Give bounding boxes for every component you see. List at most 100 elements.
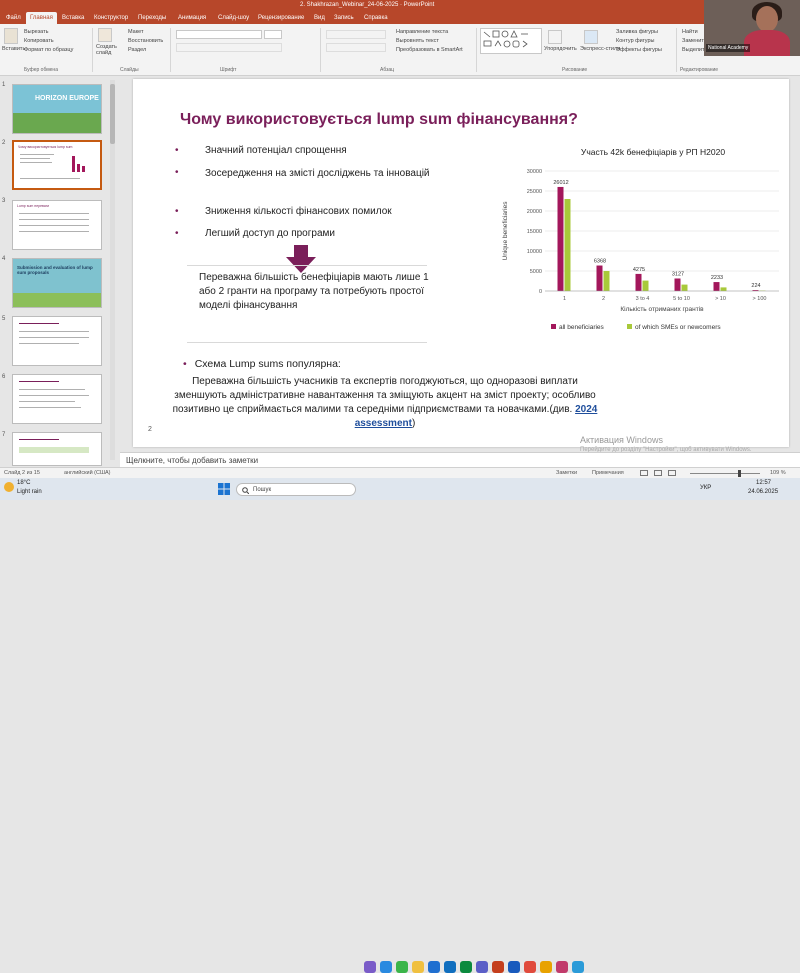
bullet-item[interactable]: Зосередження на змісті досліджень та інн… bbox=[205, 167, 435, 180]
slide-thumbnail-4[interactable]: Submission and evaluation of lump sum pr… bbox=[12, 258, 102, 308]
beneficiaries-chart[interactable]: Участь 42k бенефіціарів у РП H2020050001… bbox=[493, 141, 783, 351]
cut-button[interactable]: Вырезать bbox=[24, 29, 48, 35]
app-icon[interactable] bbox=[460, 961, 472, 973]
shape-fill-button[interactable]: Заливка фигуры bbox=[616, 29, 658, 35]
list-buttons[interactable] bbox=[326, 30, 386, 39]
app-icon[interactable] bbox=[364, 961, 376, 973]
weather-desc[interactable]: Light rain bbox=[17, 489, 42, 495]
zoom-level[interactable]: 109 % bbox=[770, 468, 786, 478]
paste-icon[interactable] bbox=[4, 28, 18, 44]
tab-view[interactable]: Вид bbox=[310, 12, 329, 24]
language-indicator[interactable]: УКР bbox=[700, 485, 711, 491]
replace-button[interactable]: Заменить bbox=[682, 38, 707, 44]
zoom-slider[interactable] bbox=[690, 473, 760, 474]
bullet-item[interactable]: Зниження кількості фінансових помилок bbox=[205, 206, 392, 217]
quick-styles-icon[interactable] bbox=[584, 30, 598, 44]
comments-toggle[interactable]: Примечания bbox=[592, 468, 624, 478]
shapes-gallery[interactable] bbox=[480, 28, 542, 54]
video-call-thumbnail[interactable]: National Academy bbox=[704, 0, 800, 56]
slide-thumbnail-7[interactable] bbox=[12, 432, 102, 466]
reading-view-icon[interactable] bbox=[668, 470, 676, 476]
tab-home[interactable]: Главная bbox=[26, 12, 57, 24]
tab-insert[interactable]: Вставка bbox=[58, 12, 88, 24]
new-slide-icon[interactable] bbox=[98, 28, 112, 42]
slide-thumbnail-5[interactable] bbox=[12, 316, 102, 366]
text-direction-button[interactable]: Направление текста bbox=[396, 29, 448, 35]
smartart-button[interactable]: Преобразовать в SmartArt bbox=[396, 47, 463, 53]
x-tick-label: > 100 bbox=[753, 296, 767, 302]
reset-button[interactable]: Восстановить bbox=[128, 38, 163, 44]
notes-pane[interactable]: Щелкните, чтобы добавить заметки bbox=[120, 452, 800, 467]
app-icon[interactable] bbox=[556, 961, 568, 973]
ribbon: Вставить Вырезать Копировать Формат по о… bbox=[0, 24, 800, 76]
font-size-field[interactable] bbox=[264, 30, 282, 39]
language-indicator[interactable]: английский (США) bbox=[64, 468, 111, 478]
callout-text[interactable]: Переважна більшість бенефіціарів мають л… bbox=[199, 271, 429, 313]
font-format-buttons[interactable] bbox=[176, 43, 282, 52]
powerpoint-icon[interactable] bbox=[492, 961, 504, 973]
weather-temp[interactable]: 18°C bbox=[17, 480, 30, 486]
bullet-item[interactable]: Легший доступ до програми bbox=[205, 228, 335, 239]
font-name-field[interactable] bbox=[176, 30, 262, 39]
bullet-item[interactable]: Значний потенціал спрощення bbox=[205, 145, 347, 156]
lump-sum-paragraph[interactable]: Переважна більшість учасників та експерт… bbox=[165, 375, 605, 431]
zoom-slider-handle[interactable] bbox=[738, 470, 741, 477]
thumb-title: Lump sum переваги bbox=[17, 204, 49, 208]
folder-icon[interactable] bbox=[412, 961, 424, 973]
bar-all bbox=[714, 282, 720, 291]
tab-design[interactable]: Конструктор bbox=[90, 12, 132, 24]
quick-styles-button[interactable]: Экспресс-стили bbox=[580, 46, 620, 52]
slide-title[interactable]: Чому використовується lump sum фінансува… bbox=[180, 111, 578, 129]
slide-thumbnail-1[interactable]: HORIZON EUROPE bbox=[12, 84, 102, 134]
align-text-button[interactable]: Выровнять текст bbox=[396, 38, 439, 44]
tab-record[interactable]: Запись bbox=[330, 12, 358, 24]
sorter-view-icon[interactable] bbox=[654, 470, 662, 476]
tab-file[interactable]: Файл bbox=[2, 12, 25, 24]
tab-help[interactable]: Справка bbox=[360, 12, 392, 24]
slide-canvas[interactable]: Чому використовується lump sum фінансува… bbox=[133, 79, 789, 447]
copy-button[interactable]: Копировать bbox=[24, 38, 54, 44]
find-button[interactable]: Найти bbox=[682, 29, 698, 35]
thumb-title: Чому використовується lump sum bbox=[18, 145, 72, 149]
app-icon[interactable] bbox=[428, 961, 440, 973]
tab-slideshow[interactable]: Слайд-шоу bbox=[214, 12, 253, 24]
section-button[interactable]: Раздел bbox=[128, 47, 146, 53]
shape-outline-button[interactable]: Контур фигуры bbox=[616, 38, 654, 44]
app-icon[interactable] bbox=[380, 961, 392, 973]
paste-button[interactable]: Вставить bbox=[2, 46, 25, 52]
new-slide-button[interactable]: Создать слайд bbox=[96, 44, 122, 56]
shape-effects-button[interactable]: Эффекты фигуры bbox=[616, 47, 662, 53]
outlook-icon[interactable] bbox=[444, 961, 456, 973]
align-buttons[interactable] bbox=[326, 43, 386, 52]
clock-date[interactable]: 24.06.2025 bbox=[748, 489, 778, 495]
legend-swatch bbox=[551, 324, 556, 329]
app-icon[interactable] bbox=[572, 961, 584, 973]
tab-transitions[interactable]: Переходы bbox=[134, 12, 170, 24]
weather-icon[interactable] bbox=[4, 482, 14, 492]
slide-thumbnail-6[interactable] bbox=[12, 374, 102, 424]
thumb-line bbox=[19, 401, 75, 402]
format-painter-button[interactable]: Формат по образцу bbox=[24, 47, 73, 53]
normal-view-icon[interactable] bbox=[640, 470, 648, 476]
teams-icon[interactable] bbox=[476, 961, 488, 973]
thumb-line bbox=[19, 343, 79, 344]
slide-thumbnail-2[interactable]: Чому використовується lump sum bbox=[12, 140, 102, 190]
app-icon[interactable] bbox=[540, 961, 552, 973]
app-icon[interactable] bbox=[524, 961, 536, 973]
notes-toggle[interactable]: Заметки bbox=[556, 468, 577, 478]
thumbnails-scrollbar[interactable] bbox=[110, 80, 115, 460]
scrollbar-thumb[interactable] bbox=[110, 84, 115, 144]
thumb-line bbox=[19, 331, 89, 332]
tab-review[interactable]: Рецензирование bbox=[254, 12, 308, 24]
arrange-icon[interactable] bbox=[548, 30, 562, 44]
taskbar-search[interactable]: Пошук bbox=[236, 483, 356, 496]
arrange-button[interactable]: Упорядочить bbox=[544, 46, 577, 52]
layout-button[interactable]: Макет bbox=[128, 29, 144, 35]
app-icon[interactable] bbox=[396, 961, 408, 973]
lump-sum-heading[interactable]: •Схема Lump sums популярна: bbox=[183, 358, 341, 370]
clock-time[interactable]: 12:57 bbox=[756, 480, 771, 486]
slide-thumbnail-3[interactable]: Lump sum переваги bbox=[12, 200, 102, 250]
word-icon[interactable] bbox=[508, 961, 520, 973]
tab-animations[interactable]: Анимация bbox=[174, 12, 210, 24]
windows-start-icon[interactable] bbox=[218, 483, 230, 495]
